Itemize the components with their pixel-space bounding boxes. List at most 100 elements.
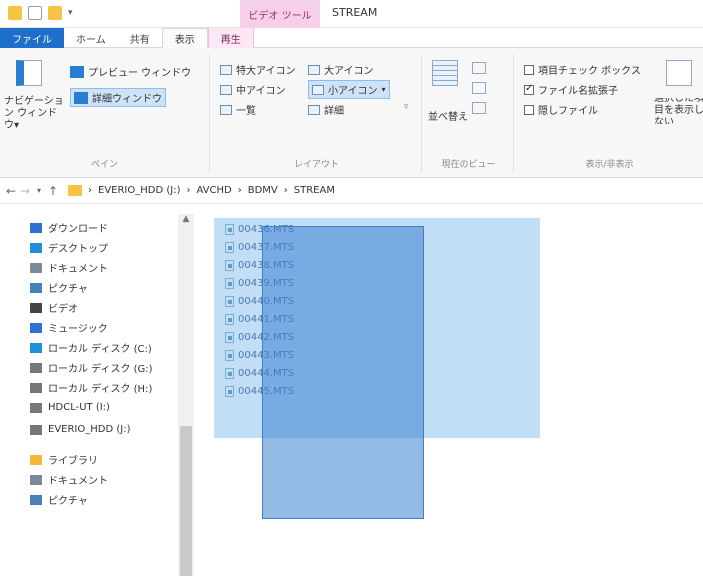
breadcrumb-separator-icon: ›: [283, 185, 288, 196]
navigation-pane-button[interactable]: ナビゲーション ウィンドウ▾: [4, 96, 64, 132]
item-checkboxes-toggle[interactable]: 項目チェック ボックス: [524, 62, 641, 77]
drag-selection-rectangle: [262, 226, 424, 519]
size-columns-icon[interactable]: [472, 102, 486, 114]
layout-list[interactable]: 一覧: [220, 102, 256, 117]
details-icon: [308, 104, 320, 115]
nav-item[interactable]: ビデオ: [30, 300, 78, 315]
hidden-items-toggle[interactable]: 隠しファイル: [524, 102, 598, 117]
tab-home[interactable]: ホーム: [64, 28, 118, 48]
document-icon: [30, 262, 42, 273]
layout-group-label: レイアウト: [293, 160, 339, 170]
breadcrumb-item[interactable]: BDMV: [248, 185, 278, 196]
nav-item[interactable]: ライブラリ: [30, 452, 98, 467]
small-icons-icon: [312, 84, 324, 95]
drive-icon: [30, 402, 42, 413]
nav-item[interactable]: ローカル ディスク (C:): [30, 340, 152, 355]
breadcrumb-item[interactable]: AVCHD: [196, 185, 231, 196]
ribbon-group-show-hide: 項目チェック ボックス ファイル名拡張子 隠しファイル 選択した項目を表示しない…: [516, 54, 703, 172]
back-arrow-icon[interactable]: ←: [4, 184, 18, 198]
properties-icon[interactable]: [28, 6, 42, 20]
new-folder-icon[interactable]: [48, 6, 62, 20]
recent-locations-icon[interactable]: ▾: [32, 186, 46, 195]
tab-file[interactable]: ファイル: [0, 28, 64, 48]
nav-item[interactable]: ピクチャ: [30, 280, 88, 295]
sort-by-label: 並べ替え: [428, 112, 468, 123]
quick-access-toolbar: ▾: [8, 6, 73, 20]
item-checkboxes-label: 項目チェック ボックス: [538, 66, 641, 77]
nav-item[interactable]: HDCL-UT (I:): [30, 402, 110, 413]
show-hide-group-label: 表示/非表示: [585, 160, 634, 170]
qat-dropdown-icon[interactable]: ▾: [68, 8, 73, 18]
nav-item-label: デスクトップ: [48, 244, 108, 255]
add-columns-icon[interactable]: [472, 82, 486, 94]
pane-group-label: ペイン: [90, 160, 118, 170]
sort-by-button[interactable]: 並べ替え: [428, 108, 468, 123]
nav-item[interactable]: EVERIO_HDD (J:): [30, 424, 130, 435]
ribbon-group-layout: 特大アイコン 大アイコン 中アイコン 小アイコン ▾ 一覧 詳細 ▿ レイアウト: [212, 54, 422, 172]
breadcrumb-item[interactable]: EVERIO_HDD (J:): [98, 185, 180, 196]
nav-item-label: EVERIO_HDD (J:): [48, 424, 131, 435]
nav-item[interactable]: ドキュメント: [30, 472, 108, 487]
nav-item[interactable]: ローカル ディスク (G:): [30, 360, 153, 375]
extra-large-icons-label: 特大アイコン: [236, 66, 296, 77]
hidden-items-checkbox[interactable]: [524, 104, 534, 115]
nav-item[interactable]: デスクトップ: [30, 240, 108, 255]
ribbon-tabs: ファイル ホーム 共有 表示 再生: [0, 28, 703, 48]
nav-item-label: ドキュメント: [48, 476, 108, 487]
folder-icon[interactable]: [8, 6, 22, 20]
nav-item[interactable]: ローカル ディスク (H:): [30, 380, 152, 395]
breadcrumb-separator-icon: ›: [186, 185, 191, 196]
library-icon: [30, 454, 42, 465]
details-pane-label: 詳細ウィンドウ: [92, 94, 162, 105]
details-pane-icon: [74, 91, 88, 104]
nav-item[interactable]: ミュージック: [30, 320, 108, 335]
details-pane-button[interactable]: 詳細ウィンドウ: [70, 88, 166, 107]
tab-playback[interactable]: 再生: [207, 28, 254, 48]
breadcrumb[interactable]: › EVERIO_HDD (J:) › AVCHD › BDMV › STREA…: [68, 185, 335, 196]
file-extensions-label: ファイル名拡張子: [538, 86, 618, 97]
breadcrumb-separator-icon: ›: [88, 185, 92, 196]
hide-selected-button[interactable]: 選択した項目を表示しない: [654, 98, 703, 124]
group-by-icon[interactable]: [472, 62, 486, 74]
small-icons-label: 小アイコン: [328, 86, 378, 97]
list-icon: [220, 104, 232, 115]
folder-icon: [68, 185, 82, 196]
details-label: 詳細: [324, 106, 344, 117]
local-disk-icon: [30, 342, 42, 353]
layout-medium-icons[interactable]: 中アイコン: [220, 82, 286, 97]
large-icons-icon: [308, 64, 320, 75]
current-view-group-label: 現在のビュー: [441, 160, 496, 170]
drive-icon: [30, 362, 42, 373]
medium-icons-label: 中アイコン: [236, 86, 286, 97]
nav-item[interactable]: ピクチャ: [30, 492, 88, 507]
music-icon: [30, 322, 42, 333]
nav-item-label: ミュージック: [48, 324, 108, 335]
nav-item-label: ライブラリ: [48, 456, 98, 467]
file-extensions-checkbox[interactable]: [524, 83, 534, 95]
layout-extra-large-icons[interactable]: 特大アイコン: [220, 62, 296, 77]
layout-details[interactable]: 詳細: [308, 102, 344, 117]
layout-more-icon[interactable]: ▿: [404, 102, 409, 112]
preview-pane-button[interactable]: プレビュー ウィンドウ: [70, 64, 191, 79]
address-bar: ← → ▾ ↑ › EVERIO_HDD (J:) › AVCHD › BDMV…: [0, 178, 703, 204]
preview-pane-label: プレビュー ウィンドウ: [88, 68, 192, 79]
file-extensions-toggle[interactable]: ファイル名拡張子: [524, 82, 618, 97]
up-arrow-icon[interactable]: ↑: [46, 184, 60, 198]
sort-by-icon[interactable]: [432, 60, 458, 86]
tab-view[interactable]: 表示: [161, 28, 208, 48]
nav-item[interactable]: ドキュメント: [30, 260, 108, 275]
layout-small-icons[interactable]: 小アイコン ▾: [308, 80, 390, 99]
navigation-pane-icon[interactable]: [16, 60, 42, 86]
tab-share[interactable]: 共有: [118, 28, 162, 48]
layout-large-icons[interactable]: 大アイコン: [308, 62, 374, 77]
nav-scrollbar[interactable]: ▲: [178, 214, 194, 576]
nav-item[interactable]: ダウンロード: [30, 220, 108, 235]
window-title: STREAM: [332, 6, 378, 19]
breadcrumb-item[interactable]: STREAM: [294, 185, 335, 196]
hide-selected-icon[interactable]: [666, 60, 692, 86]
forward-arrow-icon[interactable]: →: [18, 184, 32, 198]
scroll-up-arrow-icon[interactable]: ▲: [180, 214, 192, 226]
item-checkboxes-checkbox[interactable]: [524, 64, 534, 75]
drive-icon: [30, 382, 42, 393]
scroll-thumb[interactable]: [180, 426, 192, 576]
